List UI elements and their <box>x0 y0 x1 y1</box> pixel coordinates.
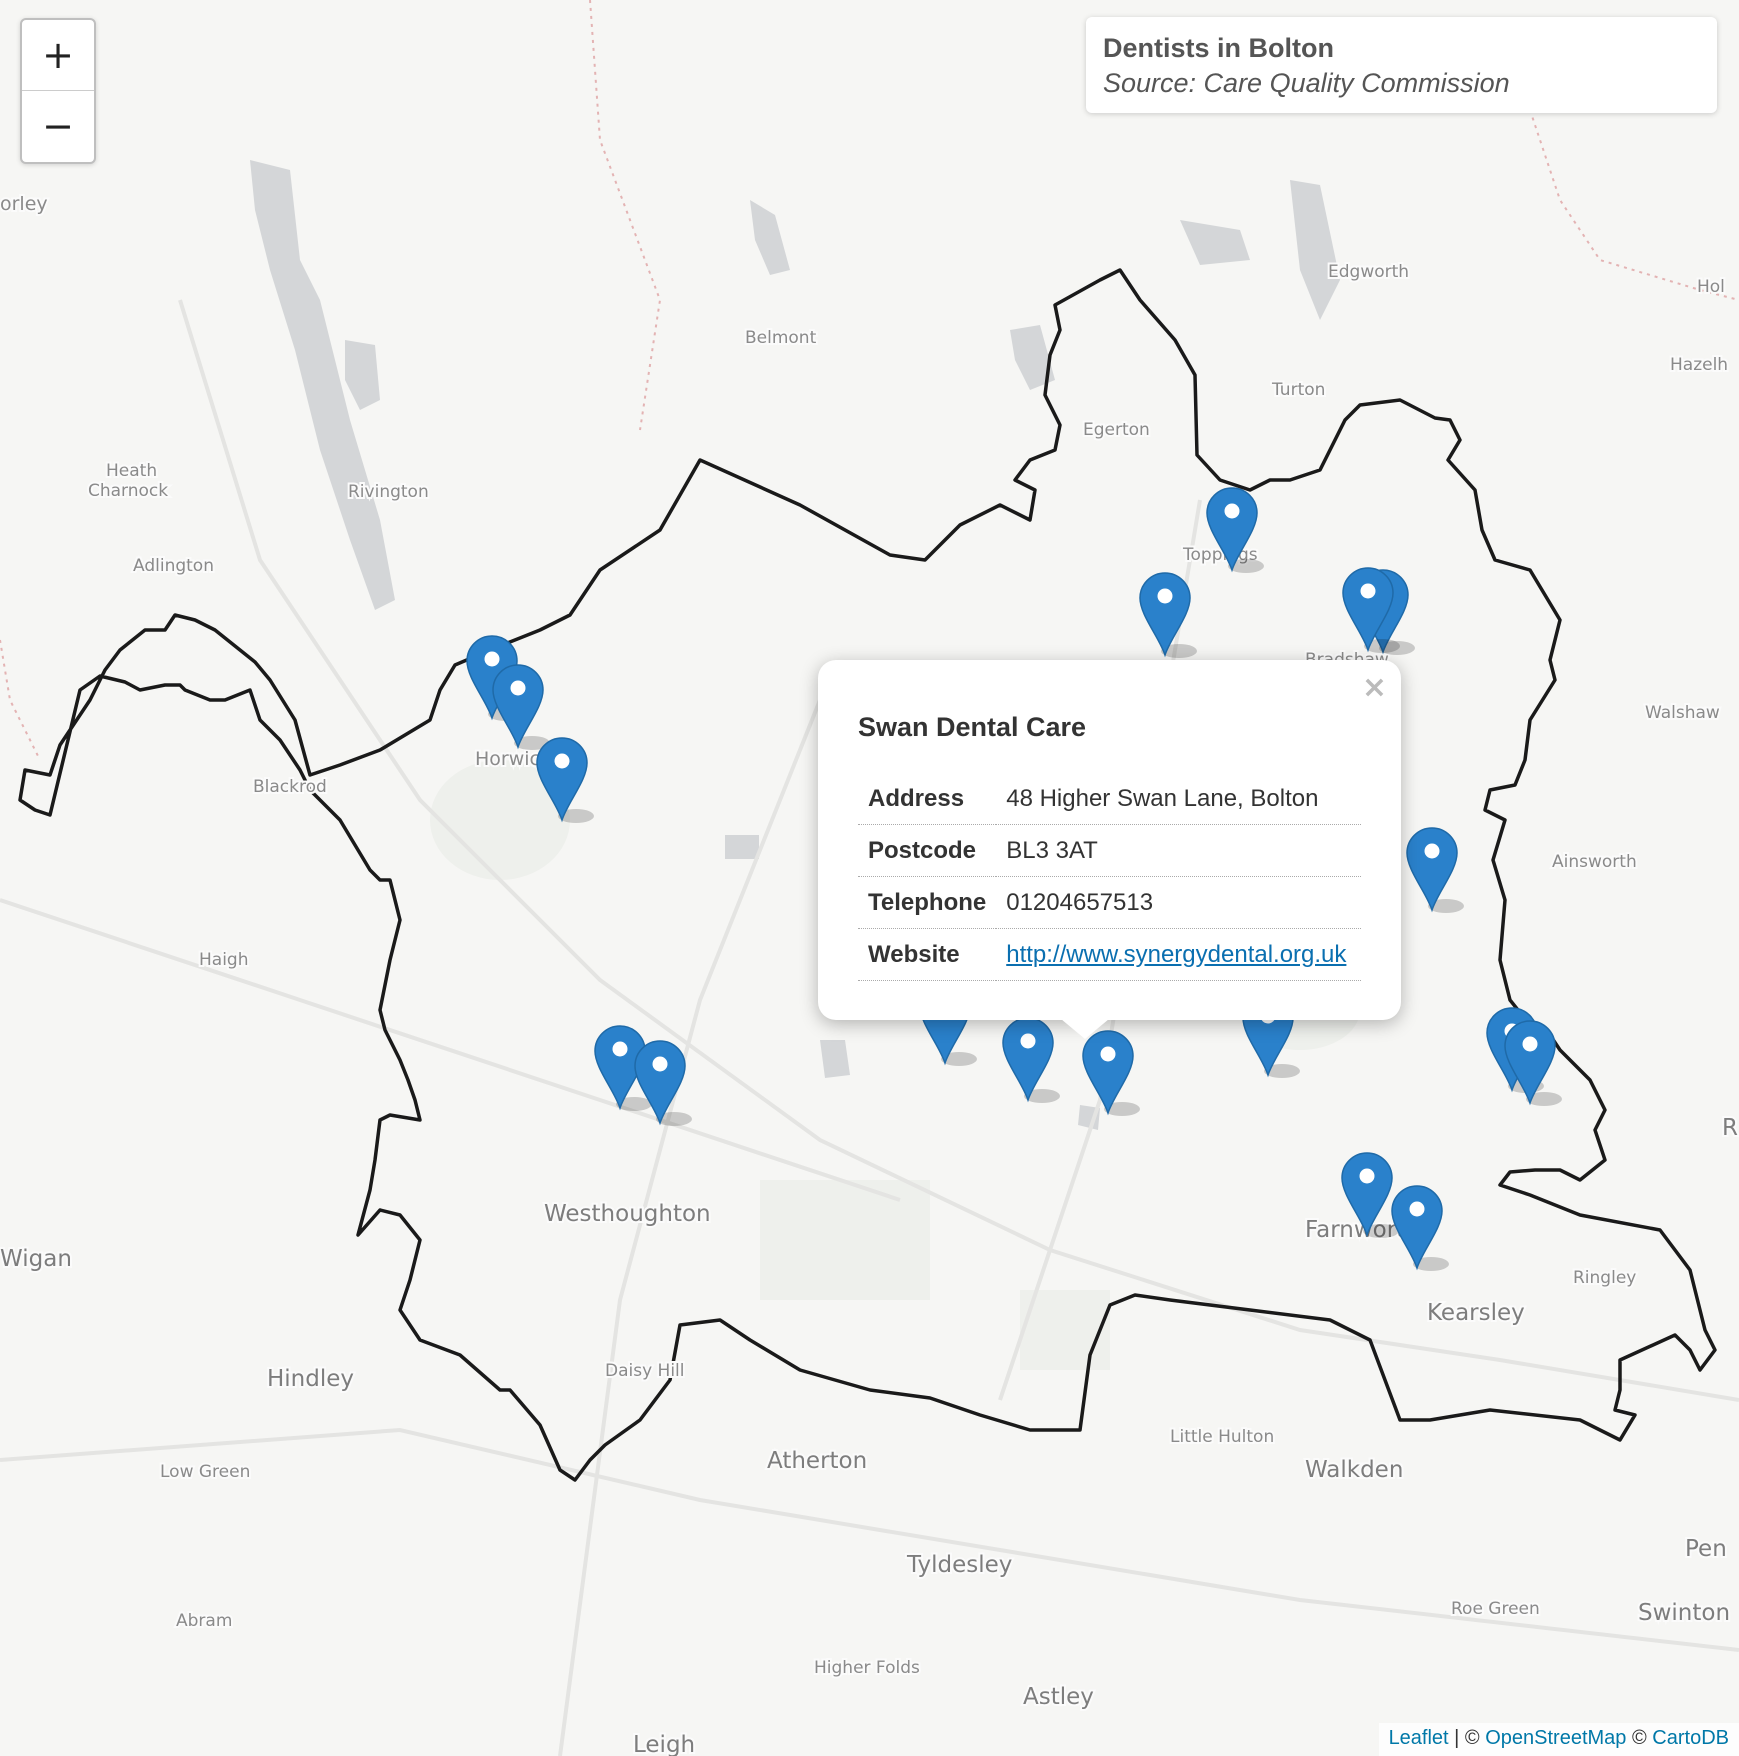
label-ainsworth: Ainsworth <box>1552 852 1637 872</box>
label-charnock: Charnock <box>88 481 168 501</box>
label-hindley: Hindley <box>267 1366 354 1392</box>
table-row: Website http://www.synergydental.org.uk <box>858 928 1361 981</box>
label-turton: Turton <box>1271 380 1325 400</box>
label-rivington: Rivington <box>348 482 429 502</box>
label-belmont: Belmont <box>745 328 817 348</box>
table-row: Telephone 01204657513 <box>858 876 1361 929</box>
label-abram: Abram <box>176 1611 232 1631</box>
zoom-control: + − <box>20 18 96 164</box>
label-atherton: Atherton <box>767 1448 867 1474</box>
label-haigh: Haigh <box>199 950 249 970</box>
attribution-separator: © <box>1626 1727 1653 1749</box>
map-title: Dentists in Bolton <box>1103 33 1334 63</box>
pin-dot <box>1424 843 1440 859</box>
website-key: Website <box>858 928 997 981</box>
label-low-green: Low Green <box>160 1462 250 1482</box>
telephone-value: 01204657513 <box>996 876 1361 929</box>
pin-dot <box>1360 583 1376 599</box>
table-row: Postcode BL3 3AT <box>858 824 1361 877</box>
pin-dot <box>612 1041 628 1057</box>
popup-details-table: Address 48 Higher Swan Lane, Bolton Post… <box>858 773 1361 981</box>
label-leigh: Leigh <box>633 1732 695 1756</box>
zoom-out-button[interactable]: − <box>22 91 94 161</box>
map-source: Source: Care Quality Commission <box>1103 68 1510 98</box>
postcode-key: Postcode <box>858 824 997 877</box>
label-kearsley: Kearsley <box>1427 1300 1525 1326</box>
label-radcliffe: R <box>1722 1115 1738 1141</box>
label-little-hulton: Little Hulton <box>1170 1427 1274 1447</box>
label-blackrod: Blackrod <box>253 777 327 797</box>
label-daisy-hill: Daisy Hill <box>605 1361 685 1381</box>
pin-dot <box>652 1056 668 1072</box>
label-adlington: Adlington <box>133 556 214 576</box>
pin-dot <box>1100 1046 1116 1062</box>
website-link[interactable]: http://www.synergydental.org.uk <box>1006 941 1346 968</box>
map-attribution: Leaflet | © OpenStreetMap © CartoDB <box>1378 1723 1739 1756</box>
leaflet-link[interactable]: Leaflet <box>1389 1727 1449 1749</box>
website-cell: http://www.synergydental.org.uk <box>996 928 1361 981</box>
pin-dot <box>554 753 570 769</box>
label-ringley: Ringley <box>1573 1268 1636 1288</box>
label-tyldesley: Tyldesley <box>906 1552 1012 1578</box>
pin-dot <box>1157 588 1173 604</box>
label-swinton: Swinton <box>1638 1600 1730 1626</box>
label-pendlebury: Pen <box>1685 1536 1727 1562</box>
map-title-box: Dentists in Bolton Source: Care Quality … <box>1086 17 1717 113</box>
label-egerton: Egerton <box>1083 420 1150 440</box>
label-heath: Heath <box>106 461 157 481</box>
label-hazelhurst: Hazelh <box>1670 355 1728 375</box>
label-chorley: orley <box>0 193 48 215</box>
label-higher-folds: Higher Folds <box>814 1658 920 1678</box>
attribution-separator: | © <box>1448 1727 1486 1749</box>
pin-dot <box>1020 1033 1036 1049</box>
popup-tip <box>1061 1019 1109 1039</box>
label-roe-green: Roe Green <box>1451 1599 1540 1619</box>
label-walshaw: Walshaw <box>1645 703 1720 723</box>
pin-dot <box>1359 1168 1375 1184</box>
pin-dot <box>484 651 500 667</box>
pin-dot <box>1224 503 1240 519</box>
marker-popup: × Swan Dental Care Address 48 Higher Swa… <box>818 660 1401 1039</box>
address-key: Address <box>858 773 997 825</box>
osm-link[interactable]: OpenStreetMap <box>1485 1727 1626 1749</box>
pin-dot <box>1409 1201 1425 1217</box>
address-value: 48 Higher Swan Lane, Bolton <box>996 773 1361 825</box>
label-astley: Astley <box>1023 1684 1094 1710</box>
pin-dot <box>1522 1036 1538 1052</box>
table-row: Address 48 Higher Swan Lane, Bolton <box>858 773 1361 825</box>
zoom-in-button[interactable]: + <box>22 20 94 91</box>
map[interactable]: orley Edgworth Belmont Turton Egerton He… <box>0 0 1739 1756</box>
popup-title: Swan Dental Care <box>858 712 1087 742</box>
telephone-key: Telephone <box>858 876 997 929</box>
popup-close-button[interactable]: × <box>1362 670 1387 705</box>
pin-dot <box>510 680 526 696</box>
postcode-value: BL3 3AT <box>996 824 1361 877</box>
label-walkden: Walkden <box>1305 1457 1403 1483</box>
carto-link[interactable]: CartoDB <box>1652 1727 1729 1749</box>
label-wigan: Wigan <box>0 1246 72 1272</box>
label-westhoughton: Westhoughton <box>544 1201 711 1227</box>
label-holcombe: Hol <box>1697 277 1725 297</box>
label-edgworth: Edgworth <box>1328 262 1409 282</box>
